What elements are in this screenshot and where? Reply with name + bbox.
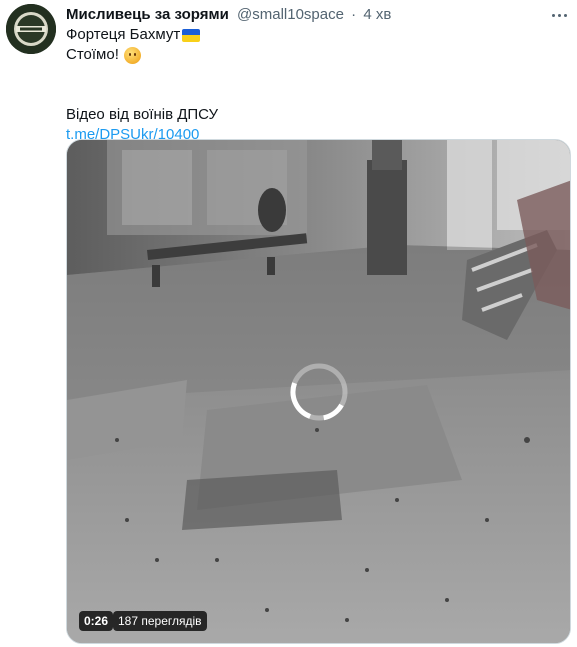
- tweet-text-line1: Фортеця Бахмут: [66, 26, 181, 43]
- display-name[interactable]: Мисливець за зорями: [66, 6, 229, 23]
- user-handle[interactable]: @small10space: [237, 6, 344, 23]
- tweet-text-line2: Стоїмо!: [66, 46, 119, 63]
- video-duration-badge: 0:26: [79, 611, 114, 631]
- avatar[interactable]: [6, 4, 56, 54]
- avatar-image: [6, 4, 56, 54]
- tweet-text-line3: Відео від воїнів ДПСУ: [66, 106, 219, 123]
- tweet-line: Стоїмо!: [66, 45, 218, 65]
- view-count-badge: 187 переглядів: [113, 611, 207, 631]
- tweet-header: Мисливець за зорями @small10space · 4 хв: [66, 5, 391, 25]
- tweet-text: Фортеця Бахмут Стоїмо! Відео від воїнів …: [66, 25, 218, 145]
- separator-dot: ·: [351, 6, 357, 23]
- tweet-line: Фортеця Бахмут: [66, 25, 218, 45]
- loading-spinner-icon: [290, 363, 348, 421]
- timestamp[interactable]: 4 хв: [363, 6, 391, 23]
- saluting-face-icon: [123, 46, 141, 64]
- ukraine-flag-icon: [182, 28, 201, 42]
- tweet-line: Відео від воїнів ДПСУ: [66, 105, 218, 125]
- video-player[interactable]: 0:26 187 переглядів: [66, 139, 571, 644]
- tweet[interactable]: Мисливець за зорями @small10space · 4 хв…: [0, 0, 577, 647]
- more-options-icon[interactable]: [547, 6, 571, 24]
